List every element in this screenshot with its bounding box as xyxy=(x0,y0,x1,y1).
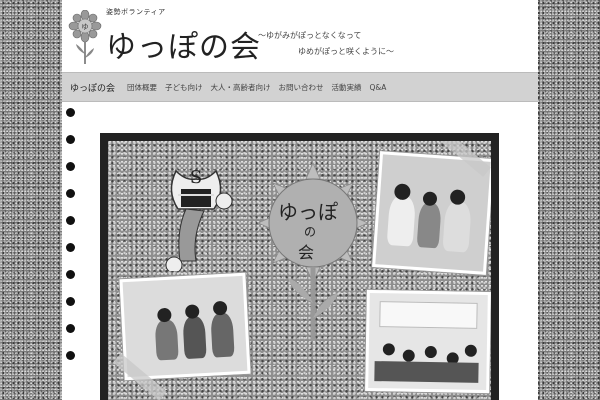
flower-logo-icon[interactable]: ゆ xyxy=(68,10,102,66)
sunflower-text-top: ゆっぽ xyxy=(278,200,338,224)
header-small-tagline: 姿勢ボランティア xyxy=(106,8,166,16)
svg-text:S: S xyxy=(190,167,202,188)
sunflower-text-mid: の xyxy=(304,225,317,239)
header-slogan-line2: ゆめがぽっと咲くように〜 xyxy=(298,47,394,56)
binder-hole xyxy=(66,351,75,360)
sunflower-text-bottom: 会 xyxy=(298,243,315,262)
binder-hole xyxy=(66,324,75,333)
nav-item-faq[interactable]: Q&A xyxy=(370,83,387,92)
nav-item-activities[interactable]: 活動実績 xyxy=(332,82,362,93)
site-title[interactable]: ゆっぽの会 xyxy=(106,22,261,66)
binder-hole xyxy=(66,108,75,117)
mascot-illustration: S xyxy=(165,167,233,271)
binder-holes xyxy=(66,108,75,378)
nav-item-adults-seniors[interactable]: 大人・高齢者向け xyxy=(211,82,271,93)
binder-hole xyxy=(66,162,75,171)
header-slogan-line1: 〜ゆがみがぽっとなくなって xyxy=(258,31,362,40)
site-header: ゆ 姿勢ボランティア ゆっぽの会 〜ゆがみがぽっとなくなって ゆめがぽっと咲くよ… xyxy=(62,0,538,72)
activity-photo-3 xyxy=(365,289,491,394)
binder-hole xyxy=(66,216,75,225)
binder-hole xyxy=(66,243,75,252)
nav-brand-link[interactable]: ゆっぽの会 xyxy=(70,81,115,94)
nav-item-contact[interactable]: お問い合わせ xyxy=(279,82,324,93)
svg-text:ゆ: ゆ xyxy=(82,23,89,31)
hero-collage-frame: S ゆっぽ の 会 xyxy=(100,133,499,400)
main-nav: ゆっぽの会 団体概要 子ども向け 大人・高齢者向け お問い合わせ 活動実績 Q&… xyxy=(62,72,538,102)
activity-photo-2 xyxy=(119,272,251,381)
page: ゆ 姿勢ボランティア ゆっぽの会 〜ゆがみがぽっとなくなって ゆめがぽっと咲くよ… xyxy=(62,0,538,400)
nav-item-about[interactable]: 団体概要 xyxy=(127,82,157,93)
binder-hole xyxy=(66,297,75,306)
activity-photo-1 xyxy=(372,151,491,275)
nav-item-children[interactable]: 子ども向け xyxy=(165,82,203,93)
hero-collage: S ゆっぽ の 会 xyxy=(108,141,491,400)
binder-hole xyxy=(66,189,75,198)
binder-hole xyxy=(66,270,75,279)
binder-hole xyxy=(66,135,75,144)
